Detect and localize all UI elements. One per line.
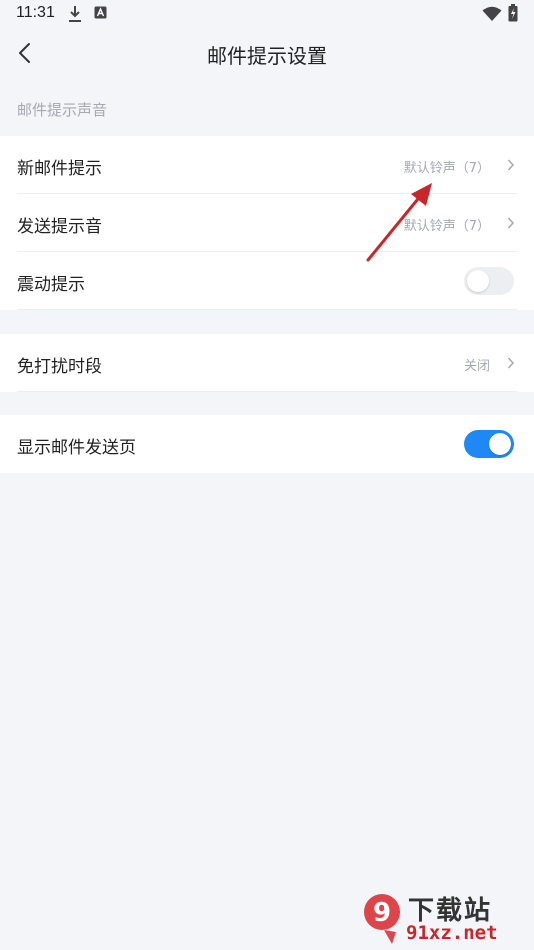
status-time: 11:31 bbox=[16, 4, 55, 21]
row-label: 发送提示音 bbox=[17, 217, 102, 237]
row-label: 显示邮件发送页 bbox=[17, 438, 136, 458]
row-value: 关闭 bbox=[463, 359, 490, 374]
send-page-toggle[interactable] bbox=[464, 430, 514, 458]
page-title: 邮件提示设置 bbox=[207, 44, 327, 68]
watermark-logo-text: 9 bbox=[373, 898, 391, 928]
a-badge-icon bbox=[94, 5, 108, 25]
vibrate-toggle[interactable] bbox=[464, 267, 514, 295]
watermark: 9 下载站 91xz.net bbox=[362, 888, 532, 948]
row-label: 新邮件提示 bbox=[17, 159, 102, 179]
row-send-sound[interactable]: 发送提示音 默认铃声（7） bbox=[0, 194, 534, 252]
row-new-mail-alert[interactable]: 新邮件提示 默认铃声（7） bbox=[0, 136, 534, 194]
toggle-knob bbox=[467, 270, 489, 292]
settings-group-send-page: 显示邮件发送页 bbox=[0, 415, 534, 473]
header: 邮件提示设置 bbox=[0, 28, 534, 80]
chevron-right-icon bbox=[507, 357, 515, 369]
download-icon bbox=[68, 5, 82, 27]
status-bar: 11:31 bbox=[0, 0, 534, 28]
battery-icon bbox=[508, 4, 518, 26]
row-show-send-page: 显示邮件发送页 bbox=[0, 415, 534, 473]
divider bbox=[17, 309, 517, 310]
wifi-icon bbox=[482, 6, 502, 26]
chevron-right-icon bbox=[507, 217, 515, 229]
watermark-logo-icon: 9 bbox=[364, 894, 400, 944]
row-vibrate-alert: 震动提示 bbox=[0, 252, 534, 310]
divider bbox=[17, 391, 517, 392]
row-label: 震动提示 bbox=[17, 275, 85, 295]
row-label: 免打扰时段 bbox=[17, 357, 102, 377]
row-value: 默认铃声（7） bbox=[403, 161, 490, 176]
section-label: 邮件提示声音 bbox=[17, 101, 108, 119]
watermark-url: 91xz.net bbox=[406, 922, 498, 944]
chevron-right-icon bbox=[507, 159, 515, 171]
settings-group-sound: 新邮件提示 默认铃声（7） 发送提示音 默认铃声（7） 震动提示 bbox=[0, 136, 534, 310]
row-do-not-disturb[interactable]: 免打扰时段 关闭 bbox=[0, 334, 534, 392]
toggle-knob bbox=[489, 433, 511, 455]
settings-group-dnd: 免打扰时段 关闭 bbox=[0, 334, 534, 392]
annotation-arrow-icon bbox=[366, 183, 432, 262]
